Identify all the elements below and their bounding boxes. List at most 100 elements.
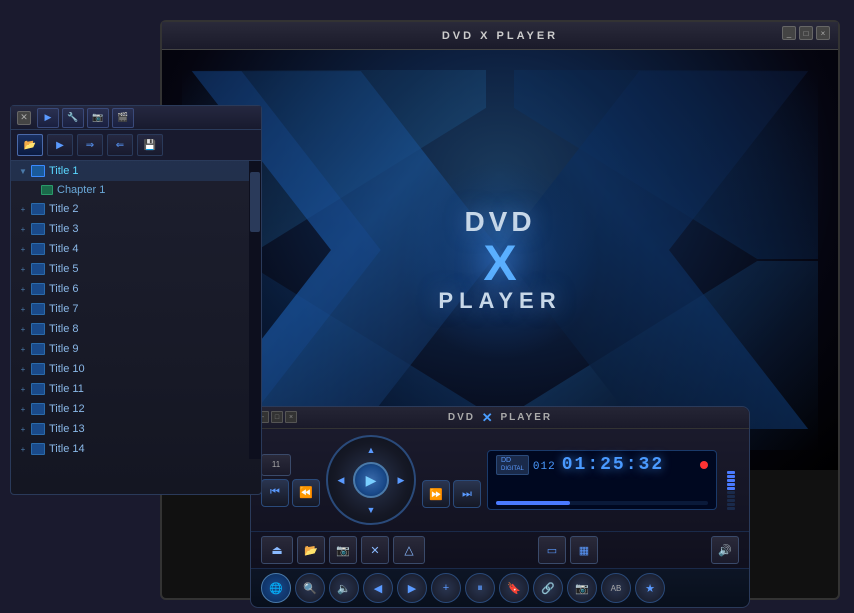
expand-icon-13[interactable]: + [17, 423, 29, 435]
vol-seg-7 [727, 483, 735, 486]
expand-icon-9[interactable]: + [17, 343, 29, 355]
nav-down-btn[interactable]: ▼ [362, 501, 380, 519]
add-btn[interactable]: + [431, 573, 461, 603]
vol-seg-8 [727, 479, 735, 482]
cp-maximize-btn[interactable]: □ [271, 411, 283, 423]
title-item-7[interactable]: + Title 7 [11, 299, 261, 319]
title-icon-3 [31, 223, 45, 235]
pw-scrollbar-thumb[interactable] [250, 172, 260, 232]
control-panel: - □ × DVD ✕ PLAYER 11 ⏮ ⏪ [250, 406, 750, 608]
expand-icon-8[interactable]: + [17, 323, 29, 335]
pw-titlebar: ✕ ▶ 🔧 📷 🎬 [11, 106, 261, 130]
cp-close-btn[interactable]: × [285, 411, 297, 423]
pw-forward-btn[interactable]: ⇒ [77, 134, 103, 156]
pw-play-btn[interactable]: ▶ [37, 108, 59, 128]
subtitle-btn[interactable]: ▭ [538, 536, 566, 564]
title-item-10[interactable]: + Title 10 [11, 359, 261, 379]
controls-row-bottom: 🌐 🔍 🔈 ◀ ▶ + ⏸ 🔖 🔗 📷 AB ★ [251, 568, 749, 607]
title-icon-1 [31, 165, 45, 177]
pw-close-btn[interactable]: ✕ [17, 111, 31, 125]
expand-icon-2[interactable]: + [17, 203, 29, 215]
search-nav-btn[interactable]: 🔍 [295, 573, 325, 603]
expand-icon-4[interactable]: + [17, 243, 29, 255]
dvd-brand-x: X [438, 238, 561, 288]
chapter-number: 012 [533, 461, 556, 473]
title-item-1[interactable]: ▼ Title 1 [11, 161, 261, 181]
pw-settings-btn[interactable]: 🔧 [62, 108, 84, 128]
title-label-6: Title 6 [49, 283, 79, 295]
pw-snapshot-btn[interactable]: 📷 [87, 108, 109, 128]
next-track-btn[interactable]: ▶ [397, 573, 427, 603]
favorite-btn[interactable]: ★ [635, 573, 665, 603]
record-indicator [700, 461, 708, 469]
nav-left-btn[interactable]: ◀ [332, 471, 350, 489]
pause-btn[interactable]: ⏸ [465, 573, 495, 603]
volume-btn[interactable]: 🔈 [329, 573, 359, 603]
title-item-11[interactable]: + Title 11 [11, 379, 261, 399]
title-icon-10 [31, 363, 45, 375]
audio-btn[interactable]: ▦ [570, 536, 598, 564]
title-item-3[interactable]: + Title 3 [11, 219, 261, 239]
title-item-13[interactable]: + Title 13 [11, 419, 261, 439]
pw-record-btn[interactable]: 🎬 [112, 108, 134, 128]
ab-repeat-btn[interactable]: AB [601, 573, 631, 603]
nav-right-btn[interactable]: ▶ [392, 471, 410, 489]
play-button-main[interactable]: ▶ [353, 462, 389, 498]
main-maximize-btn[interactable]: □ [799, 26, 813, 40]
title-icon-2 [31, 203, 45, 215]
title-icon-7 [31, 303, 45, 315]
nav-up-btn[interactable]: ▲ [362, 441, 380, 459]
title-item-4[interactable]: + Title 4 [11, 239, 261, 259]
link-btn[interactable]: 🔗 [533, 573, 563, 603]
expand-icon-10[interactable]: + [17, 363, 29, 375]
prev-track-btn[interactable]: ◀ [363, 573, 393, 603]
expand-icon-1[interactable]: ▼ [17, 165, 29, 177]
title-item-6[interactable]: + Title 6 [11, 279, 261, 299]
title-label-13: Title 13 [49, 423, 85, 435]
expand-icon-12[interactable]: + [17, 403, 29, 415]
expand-icon-7[interactable]: + [17, 303, 29, 315]
title-item-2[interactable]: + Title 2 [11, 199, 261, 219]
dvd-menu-btn[interactable]: ✕ [361, 536, 389, 564]
expand-icon-14[interactable]: + [17, 443, 29, 455]
top-skip-btns: 11 [261, 454, 320, 476]
title-item-8[interactable]: + Title 8 [11, 319, 261, 339]
vol-seg-9 [727, 475, 735, 478]
time-section: 012 01:25:32 [533, 455, 664, 475]
pw-open-btn[interactable]: 📂 [17, 134, 43, 156]
title-item-9[interactable]: + Title 9 [11, 339, 261, 359]
web-btn[interactable]: 🌐 [261, 573, 291, 603]
progress-bar[interactable] [496, 501, 708, 505]
skip-forward-btn[interactable]: ⏭ [453, 480, 481, 508]
bookmark-btn[interactable]: 🔖 [499, 573, 529, 603]
expand-icon-3[interactable]: + [17, 223, 29, 235]
play-icon: ▶ [366, 472, 377, 489]
title-item-12[interactable]: + Title 12 [11, 399, 261, 419]
eject-button[interactable]: ⏏ [261, 536, 293, 564]
pw-scrollbar[interactable] [249, 161, 261, 459]
title-item-5[interactable]: + Title 5 [11, 259, 261, 279]
expand-icon-6[interactable]: + [17, 283, 29, 295]
title-label-14: Title 14 [49, 443, 85, 455]
pw-toolbar: ▶ 🔧 📷 🎬 [37, 108, 134, 128]
main-close-btn[interactable]: × [816, 26, 830, 40]
display-panel: DD DIGITAL 012 01:25:32 [487, 450, 717, 510]
pw-save-btn[interactable]: 💾 [137, 134, 163, 156]
title-icon-8 [31, 323, 45, 335]
title-item-14[interactable]: + Title 14 [11, 439, 261, 459]
pw-back-btn[interactable]: ⇐ [107, 134, 133, 156]
main-minimize-btn[interactable]: _ [782, 26, 796, 40]
eject2-btn[interactable]: △ [393, 536, 425, 564]
rewind-btn[interactable]: ⏪ [292, 479, 320, 507]
chapter-item-1[interactable]: Chapter 1 [11, 181, 261, 199]
volume-control-btn[interactable]: 🔊 [711, 536, 739, 564]
snapshot-btn[interactable]: 📷 [329, 536, 357, 564]
fast-forward-btn[interactable]: ⏩ [422, 480, 450, 508]
expand-icon-11[interactable]: + [17, 383, 29, 395]
skip-back-btn[interactable]: ⏮ [261, 479, 289, 507]
title-icon-13 [31, 423, 45, 435]
pw-play2-btn[interactable]: ▶ [47, 134, 73, 156]
expand-icon-5[interactable]: + [17, 263, 29, 275]
camera-btn[interactable]: 📷 [567, 573, 597, 603]
open-folder-btn[interactable]: 📂 [297, 536, 325, 564]
